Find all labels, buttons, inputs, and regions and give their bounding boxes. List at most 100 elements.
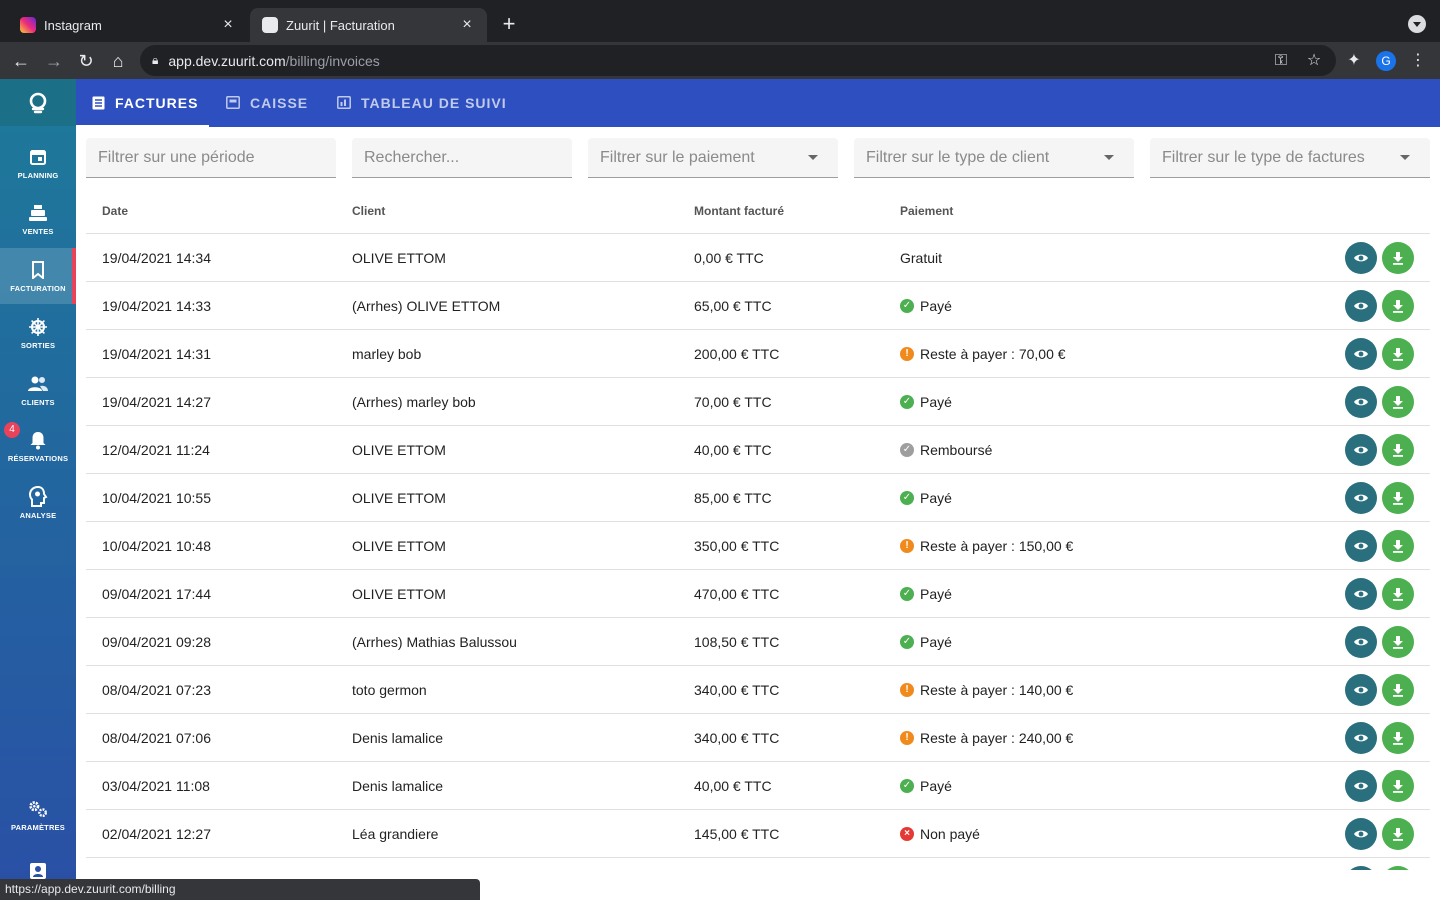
column-header-date[interactable]: Date (102, 204, 128, 218)
sidebar-item-facturation[interactable]: FACTURATION (0, 248, 76, 304)
view-invoice-button[interactable] (1345, 770, 1377, 802)
table-row[interactable]: 19/04/2021 14:27 (Arrhes) marley bob 70,00… (86, 378, 1430, 426)
table-row[interactable]: 19/04/2021 14:34 OLIVE ETTOM 0,00 € TTC Gra… (86, 234, 1430, 282)
forward-icon[interactable]: → (43, 50, 65, 72)
table-row[interactable]: 08/04/2021 07:06 Denis lamalice 340,00 € T… (86, 714, 1430, 762)
cell-client: Denis lamalice (352, 778, 444, 794)
search-input[interactable] (364, 148, 572, 167)
table-row[interactable]: 12/04/2021 11:24 OLIVE ETTOM 40,00 € TTC ✓ R… (86, 426, 1430, 474)
download-invoice-button[interactable] (1382, 434, 1414, 466)
home-icon[interactable]: ⌂ (107, 50, 129, 72)
key-icon[interactable]: ⚿ (1270, 50, 1292, 72)
new-tab-button[interactable]: + (497, 13, 521, 37)
tab-factures[interactable]: FACTURES (76, 79, 209, 127)
invoice-type-filter-select[interactable]: Filtrer sur le type de factures (1150, 138, 1430, 178)
star-icon[interactable]: ☆ (1303, 50, 1325, 72)
view-invoice-button[interactable] (1345, 434, 1377, 466)
table-row[interactable]: 19/04/2021 14:33 (Arrhes) OLIVE ETTOM 65,0… (86, 282, 1430, 330)
view-invoice-button[interactable] (1345, 818, 1377, 850)
kebab-menu-icon[interactable]: ⋮ (1407, 50, 1429, 72)
status-paid-icon: ✓ (900, 779, 914, 793)
download-invoice-button[interactable] (1382, 770, 1414, 802)
close-icon[interactable]: × (459, 17, 475, 33)
users-icon (27, 373, 49, 395)
view-invoice-button[interactable] (1345, 482, 1377, 514)
column-header-amount[interactable]: Montant facturé (694, 204, 784, 218)
sidebar-item-ventes[interactable]: VENTES (0, 191, 76, 247)
view-invoice-button[interactable] (1345, 530, 1377, 562)
table-row[interactable]: 02/04/2021 12:27 Léa grandiere 145,00 € TT… (86, 810, 1430, 858)
cell-amount: 40,00 € TTC (694, 778, 772, 794)
table-row[interactable]: 10/04/2021 10:48 OLIVE ETTOM 350,00 € TTC!… (86, 522, 1430, 570)
download-invoice-button[interactable] (1382, 578, 1414, 610)
sidebar-item-reservations[interactable]: 4 RÉSERVATIONS (0, 418, 76, 474)
browser-tab-instagram[interactable]: Instagram × (8, 8, 248, 42)
payment-status-text: Payé (920, 586, 952, 602)
search-field[interactable] (352, 138, 572, 178)
tab-label: CAISSE (250, 95, 309, 111)
table-row[interactable]: 09/04/2021 09:28 (Arrhes) Mathias Balusso… (86, 618, 1430, 666)
download-icon (1392, 827, 1404, 841)
address-bar[interactable]: 🔒︎ app.dev.zuurit.com/billing/invoices (140, 45, 1336, 76)
download-icon (1392, 251, 1404, 265)
extensions-puzzle-icon[interactable]: ✦ (1343, 50, 1365, 72)
table-row[interactable]: 03/04/2021 11:08 Denis lamalice 40,00 € TT… (86, 762, 1430, 810)
view-invoice-button[interactable] (1345, 578, 1377, 610)
zuurit-logo[interactable] (0, 79, 76, 126)
browser-tab-strip: Instagram × Zuurit | Facturation × + (0, 0, 1440, 42)
download-invoice-button[interactable] (1382, 482, 1414, 514)
profile-avatar[interactable]: G (1376, 51, 1396, 71)
download-invoice-button[interactable] (1382, 674, 1414, 706)
sidebar-item-clients[interactable]: CLIENTS (0, 362, 76, 418)
table-row[interactable]: 09/04/2021 17:44 OLIVE ETTOM 470,00 € TTC ✓… (86, 570, 1430, 618)
download-invoice-button[interactable] (1382, 338, 1414, 370)
sidebar-item-parametres[interactable]: PARAMÈTRES (0, 787, 76, 843)
cell-date: 10/04/2021 10:55 (102, 490, 211, 506)
tab-caisse[interactable]: CAISSE (210, 79, 324, 127)
tab-tableau-de-suivi[interactable]: TABLEAU DE SUIVI (321, 79, 523, 127)
view-invoice-button[interactable] (1345, 242, 1377, 274)
period-filter[interactable]: Filtrer sur une période (86, 138, 336, 178)
table-row[interactable]: 19/04/2021 14:31 marley bob 200,00 € TTC! R… (86, 330, 1430, 378)
url-host: app.dev.zuurit.com (168, 52, 286, 69)
download-invoice-button[interactable] (1382, 626, 1414, 658)
view-invoice-button[interactable] (1345, 674, 1377, 706)
sidebar-item-analyse[interactable]: ANALYSE (0, 475, 76, 531)
status-refund-icon: ✓ (900, 443, 914, 457)
calendar-icon (27, 146, 49, 168)
download-invoice-button[interactable] (1382, 242, 1414, 274)
eye-icon (1353, 300, 1369, 312)
sidebar-item-planning[interactable]: PLANNING (0, 135, 76, 191)
zuurit-logo-icon (262, 17, 278, 33)
reload-icon[interactable]: ↻ (75, 50, 97, 72)
payment-status-text: Payé (920, 394, 952, 410)
sidebar-item-label: PLANNING (17, 171, 59, 180)
download-invoice-button[interactable] (1382, 722, 1414, 754)
payment-filter-select[interactable]: Filtrer sur le paiement (588, 138, 838, 178)
sidebar-item-sorties[interactable]: SORTIES (0, 305, 76, 361)
tab-search-icon[interactable] (1408, 15, 1426, 33)
column-header-payment[interactable]: Paiement (900, 204, 953, 218)
client-type-filter-select[interactable]: Filtrer sur le type de client (854, 138, 1134, 178)
download-invoice-button[interactable] (1382, 866, 1414, 870)
payment-status-text: Gratuit (900, 250, 943, 266)
column-header-client[interactable]: Client (352, 204, 385, 218)
close-icon[interactable]: × (220, 17, 236, 33)
view-invoice-button[interactable] (1345, 386, 1377, 418)
download-invoice-button[interactable] (1382, 386, 1414, 418)
cell-date: 02/04/2021 12:27 (102, 826, 211, 842)
sidebar-item-label: VENTES (22, 227, 54, 236)
view-invoice-button[interactable] (1345, 722, 1377, 754)
table-row[interactable]: 10/04/2021 10:55 OLIVE ETTOM 85,00 € TTC ✓ P… (86, 474, 1430, 522)
download-invoice-button[interactable] (1382, 530, 1414, 562)
browser-tab-zuurit[interactable]: Zuurit | Facturation × (250, 8, 487, 42)
download-invoice-button[interactable] (1382, 290, 1414, 322)
view-invoice-button[interactable] (1345, 866, 1377, 870)
view-invoice-button[interactable] (1345, 626, 1377, 658)
table-row[interactable]: 08/04/2021 07:23 toto germon 340,00 € TTC!… (86, 666, 1430, 714)
back-icon[interactable]: ← (10, 50, 32, 72)
download-invoice-button[interactable] (1382, 818, 1414, 850)
view-invoice-button[interactable] (1345, 338, 1377, 370)
download-icon (1392, 539, 1404, 553)
view-invoice-button[interactable] (1345, 290, 1377, 322)
